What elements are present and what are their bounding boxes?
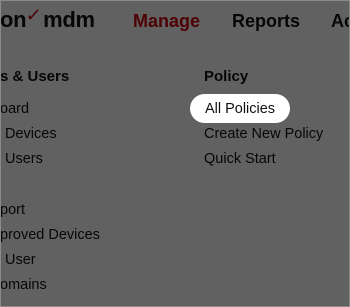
brand-logo[interactable]: on ✓ mdm <box>0 5 95 33</box>
devices-users-heading: s & Users <box>0 68 70 85</box>
screenshot-frame: on ✓ mdm Manage Reports Ac s & Users oar… <box>0 0 350 307</box>
menu-link-quick-start[interactable]: Quick Start <box>204 151 276 167</box>
nav-reports[interactable]: Reports <box>232 11 300 32</box>
menu-link-add-user[interactable]: User <box>5 252 36 268</box>
top-header: on ✓ mdm Manage Reports Ac <box>0 0 350 50</box>
nav-account[interactable]: Ac <box>331 11 350 32</box>
menu-link-approved-devices[interactable]: proved Devices <box>0 227 100 243</box>
menu-link-dashboard[interactable]: oard <box>0 101 29 117</box>
menu-link-all-policies[interactable]: All Policies <box>190 94 290 123</box>
all-policies-label: All Policies <box>204 100 276 117</box>
nav-manage[interactable]: Manage <box>133 11 200 32</box>
menu-link-create-new-policy[interactable]: Create New Policy <box>204 126 323 142</box>
menu-link-users[interactable]: Users <box>5 151 43 167</box>
policy-heading: Policy <box>204 68 249 85</box>
menu-link-import[interactable]: port <box>0 202 25 218</box>
menu-link-devices[interactable]: Devices <box>5 126 57 142</box>
check-icon: ✓ <box>24 5 43 25</box>
menu-link-domains[interactable]: omains <box>0 277 47 293</box>
logo-suffix: mdm <box>43 7 95 32</box>
logo-prefix: on <box>0 7 27 32</box>
